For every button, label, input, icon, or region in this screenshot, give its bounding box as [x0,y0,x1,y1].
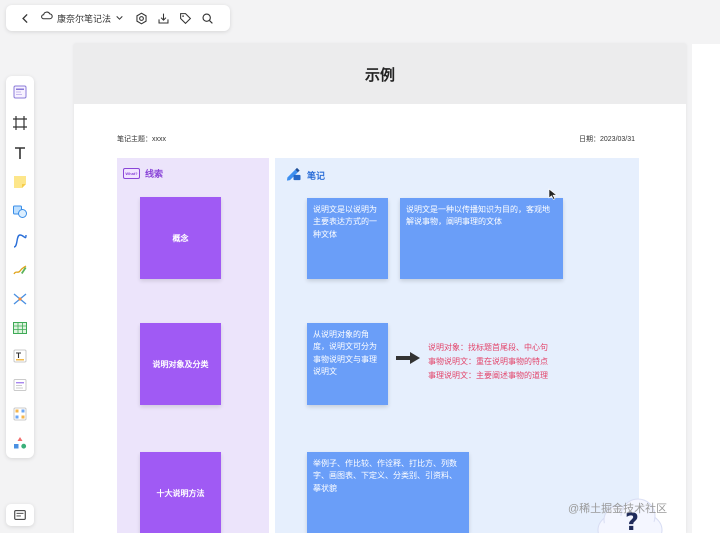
search-icon[interactable] [196,7,218,29]
document-title-dropdown[interactable]: 康奈尔笔记法 [40,9,124,27]
top-toolbar: 康奈尔笔记法 [6,5,230,31]
page-header: 示例 [74,44,686,104]
clue-sticky-concept[interactable]: 概念 [140,197,221,279]
tag-icon[interactable] [174,7,196,29]
card-icon[interactable] [10,375,30,395]
pencil-note-icon [285,167,302,183]
note-sticky[interactable]: 说明文是以说明为主要表达方式的一种文体 [307,198,388,279]
template-icon[interactable] [10,82,30,102]
document-title: 康奈尔笔记法 [57,13,112,24]
sticky-note-icon[interactable] [10,172,30,192]
shape-icon[interactable] [10,201,30,221]
frame-icon[interactable] [10,113,30,133]
cloud-icon [40,9,53,27]
outline-icon[interactable] [6,504,34,526]
what-badge-icon: What? [123,168,140,179]
note-sticky[interactable]: 从说明对象的角度，说明文可分为事物说明文与事理说明文 [307,323,388,405]
chevron-down-icon [115,9,124,27]
more-apps-icon[interactable] [10,433,30,453]
note-topic: 笔记主题：xxxx [117,136,166,143]
note-date: 日期：2023/03/31 [579,136,636,143]
clue-sticky-ten-methods[interactable]: 十大说明方法 [140,452,221,533]
note-text-red[interactable]: 说明对象：找标题首尾段、中心句 事物说明文：重在说明事物的特点 事理说明文：主要… [428,341,548,383]
settings-icon[interactable] [130,7,152,29]
note-text-line: 事物说明文：重在说明事物的特点 [428,357,548,366]
watermark-text: @稀土掘金技术社区 [568,503,668,515]
table-icon[interactable] [10,318,30,338]
canvas-page: 示例 笔记主题：xxxx 日期：2023/03/31 What? 线索 笔记 概… [74,44,686,533]
notes-column-header: 笔记 [285,167,325,183]
text-icon[interactable] [10,143,30,163]
clue-sticky-object-classification[interactable]: 说明对象及分类 [140,323,221,405]
back-icon[interactable] [14,7,36,29]
mouse-cursor-icon [548,187,558,200]
arrow-right-icon[interactable] [395,350,421,366]
page-title: 示例 [364,66,395,84]
note-sticky[interactable]: 说明文是一种以传播知识为目的，客观地解说事物，阐明事理的文体 [400,198,563,279]
mindmap-icon[interactable] [10,289,30,309]
notes-column-title: 笔记 [307,170,326,181]
clue-column-header: What? 线索 [123,167,163,180]
clue-column-title: 线索 [145,169,164,179]
adjacent-page [692,44,720,533]
note-sticky[interactable]: 举例子、作比较、作诠释、打比方、列数字、画图表、下定义、分类别、引资料、摹状貌 [307,452,469,533]
download-icon[interactable] [152,7,174,29]
connector-icon[interactable] [10,231,30,251]
note-text-line: 说明对象：找标题首尾段、中心句 [428,343,548,352]
left-tool-palette [6,76,34,458]
text-box-icon[interactable] [10,346,30,366]
note-text-line: 事理说明文：主要阐述事物的道理 [428,371,548,380]
grid-icon[interactable] [10,404,30,424]
pen-icon[interactable] [10,260,30,280]
